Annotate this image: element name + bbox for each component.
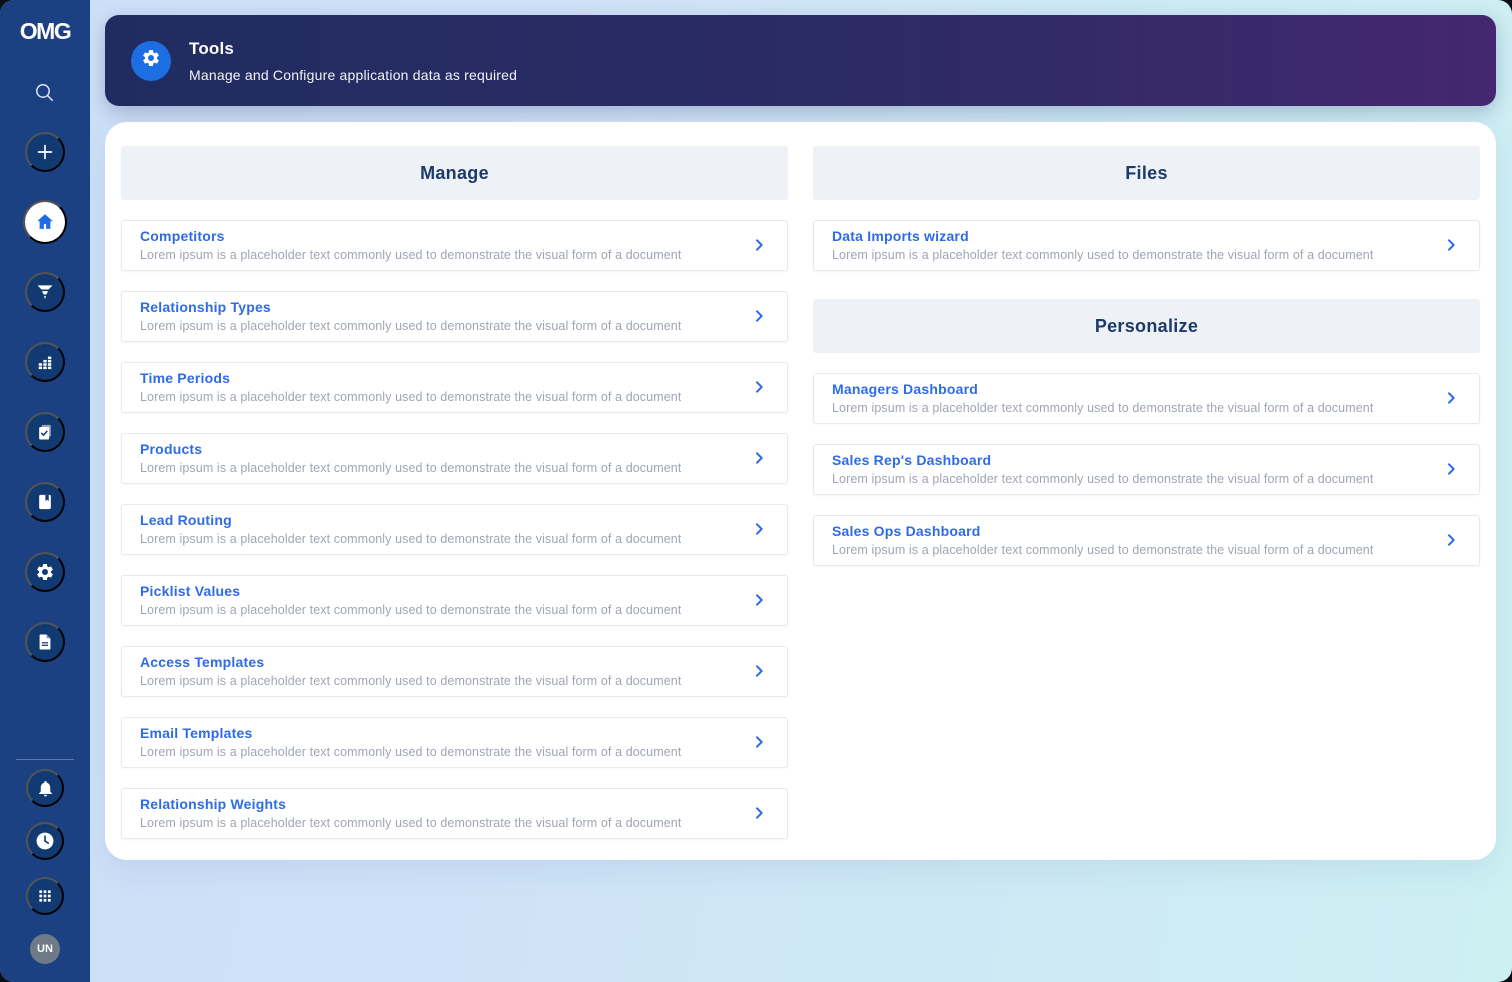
sidebar-item-filter[interactable] bbox=[25, 272, 65, 312]
banner-badge bbox=[131, 40, 171, 81]
item-title: Email Templates bbox=[140, 725, 253, 741]
bar-chart-icon bbox=[35, 352, 55, 372]
item-title: Picklist Values bbox=[140, 583, 241, 599]
files-personalize-column: Files Data Imports wizard Lorem ipsum is… bbox=[813, 146, 1480, 839]
chevron-right-icon bbox=[751, 308, 767, 324]
bell-icon bbox=[36, 779, 55, 798]
chevron-right-icon bbox=[1443, 532, 1459, 548]
item-title: Competitors bbox=[140, 228, 225, 244]
item-title: Relationship Types bbox=[140, 299, 271, 315]
item-description: Lorem ipsum is a placeholder text common… bbox=[140, 603, 682, 617]
chevron-right-icon bbox=[751, 592, 767, 608]
list-item-managers-dashboard[interactable]: Managers Dashboard Lorem ipsum is a plac… bbox=[813, 373, 1480, 424]
item-title: Data Imports wizard bbox=[832, 228, 969, 244]
chevron-right-icon bbox=[1443, 390, 1459, 406]
user-avatar[interactable]: UN bbox=[30, 934, 60, 964]
sidebar-item-home[interactable] bbox=[23, 200, 67, 244]
chevron-right-icon bbox=[751, 663, 767, 679]
list-item-data-imports-wizard[interactable]: Data Imports wizard Lorem ipsum is a pla… bbox=[813, 220, 1480, 271]
item-description: Lorem ipsum is a placeholder text common… bbox=[140, 319, 682, 333]
add-button[interactable] bbox=[25, 132, 65, 172]
main-content: Tools Manage and Configure application d… bbox=[90, 0, 1512, 982]
chevron-right-icon bbox=[751, 734, 767, 750]
sidebar-item-tasks[interactable] bbox=[25, 412, 65, 452]
item-title: Time Periods bbox=[140, 370, 231, 386]
list-item-sales-ops-dashboard[interactable]: Sales Ops Dashboard Lorem ipsum is a pla… bbox=[813, 515, 1480, 566]
manage-column: Manage Competitors Lorem ipsum is a plac… bbox=[121, 146, 788, 839]
gear-icon bbox=[35, 562, 55, 582]
list-item-picklist-values[interactable]: Picklist Values Lorem ipsum is a placeho… bbox=[121, 575, 788, 626]
chevron-right-icon bbox=[751, 237, 767, 253]
list-item-competitors[interactable]: Competitors Lorem ipsum is a placeholder… bbox=[121, 220, 788, 271]
item-description: Lorem ipsum is a placeholder text common… bbox=[140, 674, 682, 688]
chevron-right-icon bbox=[1443, 237, 1459, 253]
item-title: Relationship Weights bbox=[140, 796, 287, 812]
apps-grid-icon bbox=[36, 887, 54, 905]
chevron-right-icon bbox=[751, 521, 767, 537]
list-item-products[interactable]: Products Lorem ipsum is a placeholder te… bbox=[121, 433, 788, 484]
list-item-relationship-weights[interactable]: Relationship Weights Lorem ipsum is a pl… bbox=[121, 788, 788, 839]
gear-icon bbox=[141, 48, 161, 73]
list-item-email-templates[interactable]: Email Templates Lorem ipsum is a placeho… bbox=[121, 717, 788, 768]
list-item-time-periods[interactable]: Time Periods Lorem ipsum is a placeholde… bbox=[121, 362, 788, 413]
item-title: Sales Ops Dashboard bbox=[832, 523, 981, 539]
file-icon bbox=[35, 632, 55, 652]
sidebar-item-analytics[interactable] bbox=[25, 342, 65, 382]
section-header-files: Files bbox=[813, 146, 1480, 200]
search-button[interactable] bbox=[31, 80, 59, 108]
sidebar-item-documents[interactable] bbox=[25, 622, 65, 662]
filter-icon bbox=[35, 282, 55, 302]
search-icon bbox=[33, 81, 57, 108]
page-subtitle: Manage and Configure application data as… bbox=[189, 66, 518, 83]
chevron-right-icon bbox=[751, 450, 767, 466]
sidebar: OMG UN bbox=[0, 0, 90, 982]
chevron-right-icon bbox=[751, 379, 767, 395]
item-description: Lorem ipsum is a placeholder text common… bbox=[832, 543, 1374, 557]
plus-icon bbox=[34, 141, 56, 163]
section-header-personalize: Personalize bbox=[813, 299, 1480, 353]
item-title: Sales Rep's Dashboard bbox=[832, 452, 992, 468]
item-description: Lorem ipsum is a placeholder text common… bbox=[140, 390, 682, 404]
list-item-access-templates[interactable]: Access Templates Lorem ipsum is a placeh… bbox=[121, 646, 788, 697]
item-description: Lorem ipsum is a placeholder text common… bbox=[140, 745, 682, 759]
item-title: Products bbox=[140, 441, 203, 457]
list-item-relationship-types[interactable]: Relationship Types Lorem ipsum is a plac… bbox=[121, 291, 788, 342]
item-title: Lead Routing bbox=[140, 512, 232, 528]
item-title: Managers Dashboard bbox=[832, 381, 978, 397]
item-description: Lorem ipsum is a placeholder text common… bbox=[832, 472, 1374, 486]
list-item-sales-reps-dashboard[interactable]: Sales Rep's Dashboard Lorem ipsum is a p… bbox=[813, 444, 1480, 495]
item-description: Lorem ipsum is a placeholder text common… bbox=[832, 401, 1374, 415]
sidebar-item-settings[interactable] bbox=[25, 552, 65, 592]
app-window: OMG UN Tools Manage and Configure applic… bbox=[0, 0, 1512, 982]
history-button[interactable] bbox=[26, 822, 64, 860]
apps-button[interactable] bbox=[26, 877, 64, 915]
item-description: Lorem ipsum is a placeholder text common… bbox=[140, 248, 682, 262]
notifications-button[interactable] bbox=[26, 769, 64, 807]
clock-icon bbox=[34, 830, 56, 852]
item-description: Lorem ipsum is a placeholder text common… bbox=[140, 816, 682, 830]
sidebar-item-library[interactable] bbox=[25, 482, 65, 522]
section-header-manage: Manage bbox=[121, 146, 788, 200]
item-description: Lorem ipsum is a placeholder text common… bbox=[140, 461, 682, 475]
page-header-banner: Tools Manage and Configure application d… bbox=[105, 15, 1496, 106]
item-description: Lorem ipsum is a placeholder text common… bbox=[140, 532, 682, 546]
tools-card: Manage Competitors Lorem ipsum is a plac… bbox=[105, 122, 1496, 860]
book-icon bbox=[35, 492, 55, 512]
app-logo: OMG bbox=[19, 18, 72, 44]
document-check-icon bbox=[35, 422, 55, 442]
list-item-lead-routing[interactable]: Lead Routing Lorem ipsum is a placeholde… bbox=[121, 504, 788, 555]
home-icon bbox=[34, 211, 56, 233]
chevron-right-icon bbox=[751, 805, 767, 821]
page-title: Tools bbox=[189, 38, 235, 58]
sidebar-divider bbox=[16, 759, 74, 760]
chevron-right-icon bbox=[1443, 461, 1459, 477]
item-title: Access Templates bbox=[140, 654, 265, 670]
item-description: Lorem ipsum is a placeholder text common… bbox=[832, 248, 1374, 262]
